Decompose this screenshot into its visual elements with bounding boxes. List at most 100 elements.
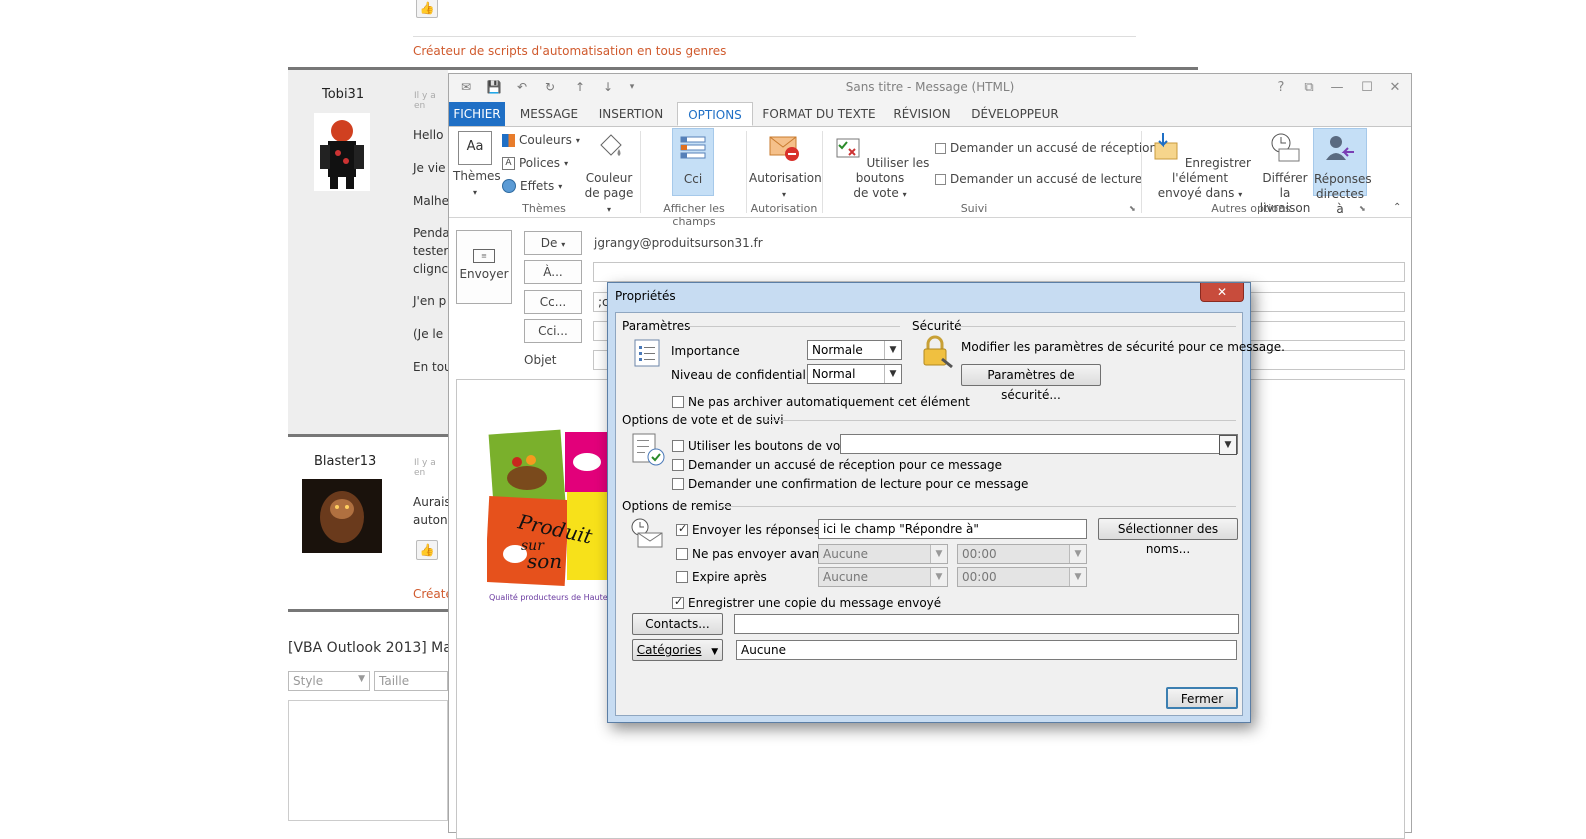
- voting-options-select[interactable]: ▼: [840, 434, 1238, 455]
- properties-dialog: Propriétés ✕ Paramètres Importance Norma…: [607, 282, 1285, 723]
- page-color-button[interactable]: Couleur de page ▾: [581, 131, 637, 217]
- collapse-ribbon-icon[interactable]: ⌃: [1393, 202, 1401, 213]
- direct-replies-button[interactable]: Réponses directes à: [1313, 128, 1372, 216]
- post-line: En tou: [413, 360, 452, 374]
- tab-options[interactable]: OPTIONS: [677, 102, 753, 126]
- deliver-before-date-select[interactable]: Aucune ▼: [818, 544, 948, 564]
- post-author[interactable]: Blaster13: [314, 454, 376, 469]
- ribbon-display-options-icon[interactable]: ⧉: [1299, 78, 1319, 96]
- size-select[interactable]: Taille: [374, 671, 448, 691]
- fonts-button[interactable]: A Polices ▾: [502, 156, 568, 170]
- send-replies-label: Envoyer les réponses à: [692, 523, 832, 537]
- avatar[interactable]: [314, 113, 370, 191]
- avatar[interactable]: [302, 479, 382, 553]
- checkbox-box[interactable]: [935, 173, 946, 185]
- tab-developpeur[interactable]: DÉVELOPPEUR: [969, 102, 1061, 126]
- close-dialog-button[interactable]: Fermer: [1166, 687, 1238, 709]
- like-icon[interactable]: 👍: [416, 540, 438, 560]
- permission-button[interactable]: Autorisation ▾: [749, 131, 822, 202]
- send-replies-checkbox[interactable]: [676, 522, 688, 536]
- tab-format-du-texte[interactable]: FORMAT DU TEXTE: [761, 102, 877, 126]
- maximize-button[interactable]: ☐: [1357, 78, 1377, 96]
- contacts-field[interactable]: [734, 614, 1239, 634]
- post-author[interactable]: Tobi31: [322, 87, 364, 102]
- like-icon[interactable]: 👍: [416, 0, 438, 18]
- select-names-button[interactable]: Sélectionner des noms...: [1098, 518, 1238, 556]
- chevron-down-icon: ▾: [781, 190, 786, 199]
- reply-to-field[interactable]: ici le champ "Répondre à": [818, 519, 1087, 539]
- forum-signature: Créate: [413, 587, 453, 601]
- do-not-deliver-before-checkbox[interactable]: [676, 548, 688, 560]
- deliver-before-time-value: 00:00: [962, 547, 997, 561]
- section-vote: Options de vote et de suivi: [622, 413, 784, 427]
- deliver-before-time-select[interactable]: 00:00 ▼: [957, 544, 1087, 564]
- cc-button[interactable]: Cc...: [524, 290, 582, 314]
- help-icon[interactable]: ?: [1271, 78, 1291, 96]
- close-button[interactable]: ✕: [1385, 78, 1405, 96]
- send-label: Envoyer: [459, 267, 509, 281]
- bcc-fields-icon: [680, 136, 706, 159]
- security-settings-button[interactable]: Paramètres de sécurité...: [961, 364, 1101, 402]
- from-label: De: [540, 236, 558, 250]
- post-line: Penda: [413, 226, 450, 240]
- no-autoarchive-checkbox[interactable]: [672, 396, 684, 408]
- forum-post-tobi31: Tobi31 Il y a en Hello Je vie Malhe Pend…: [288, 70, 452, 435]
- tab-revision[interactable]: RÉVISION: [889, 102, 955, 126]
- expires-date-select[interactable]: Aucune ▼: [818, 567, 948, 587]
- dialog-launcher-icon[interactable]: ⬊: [1129, 204, 1136, 213]
- tab-insertion[interactable]: INSERTION: [595, 102, 667, 126]
- request-delivery-receipt-checkbox[interactable]: [672, 459, 684, 471]
- paint-bucket-icon: [600, 134, 622, 156]
- section-remise: Options de remise: [622, 499, 732, 513]
- voting-checklist-icon: [632, 433, 665, 466]
- categories-value: Aucune: [741, 643, 787, 657]
- to-button[interactable]: À...: [524, 260, 582, 284]
- minimize-button[interactable]: —: [1327, 78, 1347, 96]
- from-button[interactable]: De ▾: [524, 231, 582, 255]
- tab-fichier[interactable]: FICHIER: [449, 102, 505, 126]
- ribbon-options: Aa Thèmes ▾ Couleurs ▾ A Polices ▾ Effets ▾ C…: [449, 127, 1411, 228]
- expires-time-select[interactable]: 00:00 ▼: [957, 567, 1087, 587]
- sensitivity-value: Normal: [812, 367, 856, 381]
- section-divider: [958, 326, 1236, 327]
- bcc-button[interactable]: Cci...: [524, 319, 582, 343]
- save-sent-item-button[interactable]: Enregistrer l'élément envoyé dans ▾: [1145, 131, 1255, 202]
- importance-label: Importance: [671, 344, 740, 358]
- dialog-close-button[interactable]: ✕: [1200, 283, 1244, 302]
- request-read-receipt-checkbox[interactable]: Demander un accusé de lecture: [935, 172, 1142, 186]
- categories-button[interactable]: Catégories ▼: [632, 639, 723, 661]
- effects-button[interactable]: Effets ▾: [502, 179, 562, 193]
- send-envelope-icon: ≡: [473, 249, 495, 263]
- section-divider: [764, 420, 1236, 421]
- use-voting-buttons-checkbox[interactable]: [672, 440, 684, 452]
- direct-replies-label-2: directes à: [1316, 187, 1364, 216]
- send-button[interactable]: ≡ Envoyer: [456, 230, 512, 304]
- cci-toggle-button[interactable]: Cci: [672, 128, 714, 196]
- post-line: J'en p: [413, 294, 447, 308]
- do-not-deliver-before-label: Ne pas envoyer avant: [692, 547, 824, 561]
- importance-select[interactable]: Normale ▼: [807, 340, 902, 360]
- size-select-label: Taille: [379, 674, 410, 688]
- request-delivery-receipt-checkbox[interactable]: Demander un accusé de réception: [935, 141, 1157, 155]
- themes-button[interactable]: Aa Thèmes ▾: [453, 131, 501, 200]
- sensitivity-select[interactable]: Normal ▼: [807, 364, 902, 384]
- expires-after-checkbox[interactable]: [676, 571, 688, 583]
- voting-buttons-button[interactable]: Utiliser les boutons de vote ▾: [827, 131, 933, 202]
- save-sent-copy-checkbox[interactable]: [672, 595, 684, 609]
- group-label-afficher-champs: Afficher les champs: [663, 202, 725, 228]
- section-securite: Sécurité: [912, 319, 962, 333]
- to-field[interactable]: [593, 262, 1405, 282]
- checkbox-box[interactable]: [935, 142, 946, 154]
- dialog-launcher-icon[interactable]: ⬊: [1359, 204, 1366, 213]
- categories-field[interactable]: Aucune: [736, 640, 1237, 660]
- effects-label: Effets: [520, 179, 555, 193]
- reply-editor[interactable]: [288, 700, 448, 821]
- thread-title: [VBA Outlook 2013] Mac: [288, 640, 460, 656]
- expires-time-value: 00:00: [962, 570, 997, 584]
- colors-button[interactable]: Couleurs ▾: [502, 133, 580, 147]
- tab-message[interactable]: MESSAGE: [515, 102, 583, 126]
- style-select[interactable]: Style ▼: [288, 671, 370, 691]
- request-read-receipt-checkbox[interactable]: [672, 478, 684, 490]
- title-bar: ✉ 💾 ↶ ↻ ↑ ↓ ▾ Sans titre - Message (HTML…: [449, 74, 1411, 102]
- contacts-button[interactable]: Contacts...: [632, 613, 723, 635]
